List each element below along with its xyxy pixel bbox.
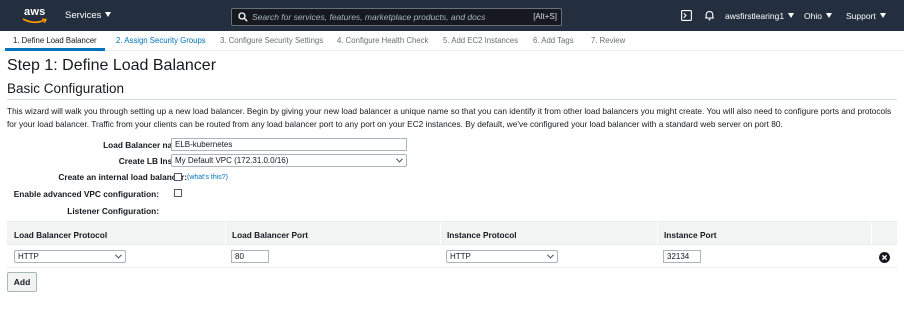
column-divider: [225, 222, 226, 246]
table-row: HTTP HTTP: [7, 245, 897, 268]
tab-configure-security-settings[interactable]: 3. Configure Security Settings: [220, 36, 323, 45]
column-divider: [657, 222, 658, 246]
chevron-down-icon: [396, 158, 403, 163]
listener-config-label: Listener Configuration:: [67, 206, 159, 216]
services-label: Services: [65, 10, 102, 21]
add-listener-button[interactable]: Add: [7, 272, 37, 292]
tab-define-load-balancer[interactable]: 1. Define Load Balancer: [13, 36, 97, 45]
instance-protocol-select[interactable]: HTTP: [446, 250, 558, 263]
tab-add-tags[interactable]: 6. Add Tags: [533, 36, 574, 45]
internal-lb-label: Create an internal load balancer:: [58, 172, 187, 182]
lb-protocol-value: HTTP: [18, 252, 39, 261]
column-divider: [440, 222, 441, 246]
vpc-select-value: My Default VPC (172.31.0.0/16): [175, 156, 289, 165]
support-menu[interactable]: Support: [846, 11, 886, 21]
header-instance-port: Instance Port: [664, 230, 717, 240]
lb-name-input[interactable]: [171, 138, 407, 151]
search-icon: [238, 12, 248, 22]
tab-assign-security-groups[interactable]: 2. Assign Security Groups: [116, 36, 206, 45]
advanced-vpc-label: Enable advanced VPC configuration:: [13, 189, 159, 199]
aws-smile-icon: [22, 18, 47, 24]
bell-icon[interactable]: [704, 10, 715, 21]
top-navigation-bar: aws Services [Alt+S] awsfirstlearing1 Oh…: [0, 0, 904, 31]
aws-logo-text: aws: [24, 6, 46, 18]
tab-configure-health-check[interactable]: 4. Configure Health Check: [337, 36, 428, 45]
region-label: Ohio: [804, 11, 822, 21]
account-menu[interactable]: awsfirstlearing1: [725, 11, 795, 21]
aws-logo[interactable]: aws: [22, 6, 50, 26]
header-instance-protocol: Instance Protocol: [447, 230, 517, 240]
tab-add-ec2-instances[interactable]: 5. Add EC2 Instances: [443, 36, 518, 45]
advanced-vpc-checkbox[interactable]: [174, 189, 182, 197]
terminal-icon[interactable]: [681, 10, 692, 21]
active-tab-indicator: [5, 48, 105, 51]
vpc-select[interactable]: My Default VPC (172.31.0.0/16): [171, 154, 407, 167]
whats-this-link[interactable]: (what's this?): [187, 174, 228, 181]
column-divider: [871, 222, 872, 246]
services-menu[interactable]: Services: [65, 10, 112, 21]
listener-table-header: Load Balancer Protocol Load Balancer Por…: [7, 221, 897, 246]
support-label: Support: [846, 11, 876, 21]
header-lb-protocol: Load Balancer Protocol: [14, 230, 108, 240]
chevron-down-icon: [788, 13, 795, 18]
section-divider: [7, 99, 897, 100]
account-label: awsfirstlearing1: [725, 11, 785, 21]
instance-port-input[interactable]: [663, 250, 701, 263]
wizard-description: This wizard will walk you through settin…: [7, 106, 892, 129]
search-input[interactable]: [252, 10, 507, 24]
search-shortcut-hint: [Alt+S]: [533, 12, 557, 21]
chevron-down-icon: [879, 13, 886, 18]
region-menu[interactable]: Ohio: [804, 11, 832, 21]
close-icon: [881, 254, 888, 261]
chevron-down-icon: [547, 254, 554, 259]
remove-listener-button[interactable]: [879, 252, 890, 263]
page-title: Step 1: Define Load Balancer: [7, 57, 217, 74]
chevron-down-icon: [115, 254, 122, 259]
instance-protocol-value: HTTP: [450, 252, 471, 261]
chevron-down-icon: [825, 13, 832, 18]
internal-lb-checkbox[interactable]: [174, 173, 182, 181]
global-search[interactable]: [Alt+S]: [231, 8, 562, 26]
header-lb-port: Load Balancer Port: [232, 230, 309, 240]
lb-protocol-select[interactable]: HTTP: [14, 250, 126, 263]
lb-port-input[interactable]: [231, 250, 269, 263]
tab-review[interactable]: 7. Review: [591, 36, 625, 45]
chevron-down-icon: [105, 12, 112, 17]
wizard-steps: 1. Define Load Balancer 2. Assign Securi…: [0, 31, 904, 51]
section-title: Basic Configuration: [7, 81, 125, 96]
